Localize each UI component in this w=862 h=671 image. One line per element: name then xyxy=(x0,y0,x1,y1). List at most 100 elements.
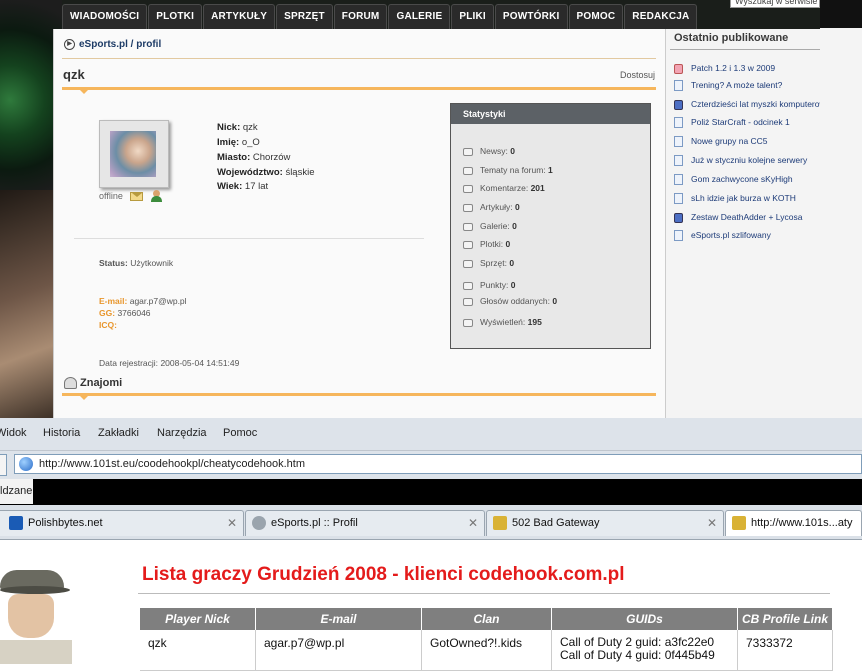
recent-item[interactable]: Już w styczniu kolejne serwery xyxy=(674,155,820,167)
tab-favicon-icon xyxy=(493,516,507,531)
tab-title[interactable]: 502 Bad Gateway xyxy=(512,517,599,529)
avatar-image xyxy=(110,131,156,177)
recent-item[interactable]: Patch 1.2 i 1.3 w 2009 xyxy=(674,63,820,74)
tab-title[interactable]: Polishbytes.net xyxy=(28,517,103,529)
stats-title: Statystyki xyxy=(451,104,650,124)
browser-tab-active[interactable]: http://www.101s...aty xyxy=(725,510,862,536)
menu-bookmarks[interactable]: Zakładki xyxy=(98,427,139,439)
browser-window: Widok Historia Zakładki Narzędzia Pomoc … xyxy=(0,418,862,671)
background-figure xyxy=(0,190,60,418)
recent-item[interactable]: Zestaw DeathAdder + Lycosa xyxy=(674,212,820,223)
stat-row: Artykuły: 0 xyxy=(463,202,520,212)
recent-item-label[interactable]: Trening? A może talent? xyxy=(691,80,782,90)
bookmark-item[interactable]: ldzane xyxy=(0,479,33,504)
divider-notch xyxy=(80,396,88,400)
email-label: E-mail: xyxy=(99,296,128,306)
document-icon xyxy=(674,117,683,129)
comment-icon xyxy=(463,240,473,249)
recent-item-label[interactable]: Nowe grupy na CC5 xyxy=(691,136,768,146)
nick-value: qzk xyxy=(242,122,258,133)
nav-tab-plotki[interactable]: PLOTKI xyxy=(148,4,203,29)
recent-item-label[interactable]: Gom zachwycone sKyHigh xyxy=(691,174,793,184)
imie-label: Imię: xyxy=(217,137,240,148)
column-header: Clan xyxy=(421,608,552,630)
gg-value: 3766046 xyxy=(117,308,151,318)
browser-tab[interactable]: eSports.pl :: Profil ✕ xyxy=(245,510,485,536)
recent-item[interactable]: Nowe grupy na CC5 xyxy=(674,136,820,148)
menu-tools[interactable]: Narzędzia xyxy=(157,427,207,439)
codehook-page: Lista graczy Grudzień 2008 - klienci cod… xyxy=(0,540,862,671)
close-tab-icon[interactable]: ✕ xyxy=(707,511,717,535)
close-tab-icon[interactable]: ✕ xyxy=(227,511,237,535)
status-row: Status: Użytkownik xyxy=(99,258,173,268)
recent-item-label[interactable]: sLh idzie jak burza w KOTH xyxy=(691,193,796,203)
comment-icon xyxy=(463,203,473,212)
email-value[interactable]: agar.p7@wp.pl xyxy=(130,296,187,306)
nav-tab-powtorki[interactable]: POWTÓRKI xyxy=(494,4,568,29)
stat-label: Punkty: xyxy=(480,280,509,290)
cell-cb-link[interactable]: 7333372 xyxy=(737,630,833,671)
recent-item[interactable]: Poliż StarCraft - odcinek 1 xyxy=(674,117,820,129)
nav-tab-artykuly[interactable]: ARTYKUŁY xyxy=(203,4,276,29)
recent-item[interactable]: eSports.pl szlifowany xyxy=(674,230,820,242)
recent-item-label[interactable]: Poliż StarCraft - odcinek 1 xyxy=(691,117,790,127)
stat-label: Galerie: xyxy=(480,221,510,231)
main-nav: WIADOMOŚCI PLOTKI ARTYKUŁY SPRZĘT FORUM … xyxy=(62,4,698,29)
menu-view[interactable]: Widok xyxy=(0,427,27,439)
stat-row: Tematy na forum: 1 xyxy=(463,165,553,175)
recent-item[interactable]: Gom zachwycone sKyHigh xyxy=(674,174,820,186)
play-icon: ▶ xyxy=(64,39,75,50)
recent-item[interactable]: Trening? A może talent? xyxy=(674,80,820,92)
browser-tab[interactable]: 502 Bad Gateway ✕ xyxy=(486,510,724,536)
divider xyxy=(62,58,656,59)
comment-icon xyxy=(463,222,473,231)
reg-date: 2008-05-04 14:51:49 xyxy=(160,358,240,368)
tab-title[interactable]: http://www.101s...aty xyxy=(751,517,853,529)
nav-tab-wiadomosci[interactable]: WIADOMOŚCI xyxy=(62,4,148,29)
cell-guids: Call of Duty 2 guid: a3fc22e0 Call of Dut… xyxy=(551,630,738,671)
recent-item-label[interactable]: Czterdzieści lat myszki komputerowej xyxy=(691,99,820,109)
stat-row: Sprzęt: 0 xyxy=(463,258,514,268)
divider xyxy=(670,49,820,50)
sidebar-title: Ostatnio publikowane xyxy=(674,32,789,44)
add-friend-icon[interactable] xyxy=(150,190,164,203)
close-tab-icon[interactable]: ✕ xyxy=(468,511,478,535)
url-text[interactable]: http://www.101st.eu/coodehookpl/cheatyco… xyxy=(39,458,305,470)
recent-item-label[interactable]: Patch 1.2 i 1.3 w 2009 xyxy=(691,63,775,73)
browser-tab[interactable]: Polishbytes.net ✕ xyxy=(0,510,244,536)
nav-tab-galerie[interactable]: GALERIE xyxy=(388,4,451,29)
column-header: Player Nick xyxy=(140,608,256,630)
envelope-icon[interactable] xyxy=(130,192,143,201)
breadcrumb-text[interactable]: eSports.pl / profil xyxy=(79,39,161,50)
stat-value: 0 xyxy=(509,258,515,268)
address-bar[interactable]: http://www.101st.eu/coodehookpl/cheatyco… xyxy=(14,454,862,474)
recent-item[interactable]: sLh idzie jak burza w KOTH xyxy=(674,193,820,205)
nav-tab-redakcja[interactable]: REDAKCJA xyxy=(624,4,698,29)
breadcrumb[interactable]: ▶ eSports.pl / profil xyxy=(64,39,161,50)
recent-item-label[interactable]: Zestaw DeathAdder + Lycosa xyxy=(691,212,802,222)
recent-item-label[interactable]: eSports.pl szlifowany xyxy=(691,230,771,240)
site-search-input[interactable]: Wyszukaj w serwisie xyxy=(730,0,820,8)
info-imie: Imię: o_O xyxy=(217,137,260,148)
monitor-icon xyxy=(463,318,473,327)
nav-tab-forum[interactable]: FORUM xyxy=(333,4,388,29)
woj-value: śląskie xyxy=(285,167,315,178)
comment-icon xyxy=(463,184,473,193)
recent-item-label[interactable]: Już w styczniu kolejne serwery xyxy=(691,155,807,165)
nav-tab-sprzet[interactable]: SPRZĘT xyxy=(276,4,333,29)
tab-favicon-icon xyxy=(9,516,23,531)
stat-value: 195 xyxy=(527,317,542,327)
menu-help[interactable]: Pomoc xyxy=(223,427,257,439)
reg-label: Data rejestracji: xyxy=(99,358,159,368)
tab-title[interactable]: eSports.pl :: Profil xyxy=(271,517,358,529)
votes-icon xyxy=(463,297,473,306)
menu-history[interactable]: Historia xyxy=(43,427,80,439)
info-nick: Nick: qzk xyxy=(217,122,258,133)
nav-tab-pliki[interactable]: PLIKI xyxy=(451,4,494,29)
back-button[interactable] xyxy=(0,454,7,476)
recent-item[interactable]: Czterdzieści lat myszki komputerowej xyxy=(674,99,820,110)
detective-image xyxy=(0,560,80,664)
profile-content: ▶ eSports.pl / profil qzk Dostosuj offlin… xyxy=(53,29,666,418)
customize-link[interactable]: Dostosuj xyxy=(620,70,655,80)
nav-tab-pomoc[interactable]: POMOC xyxy=(568,4,624,29)
